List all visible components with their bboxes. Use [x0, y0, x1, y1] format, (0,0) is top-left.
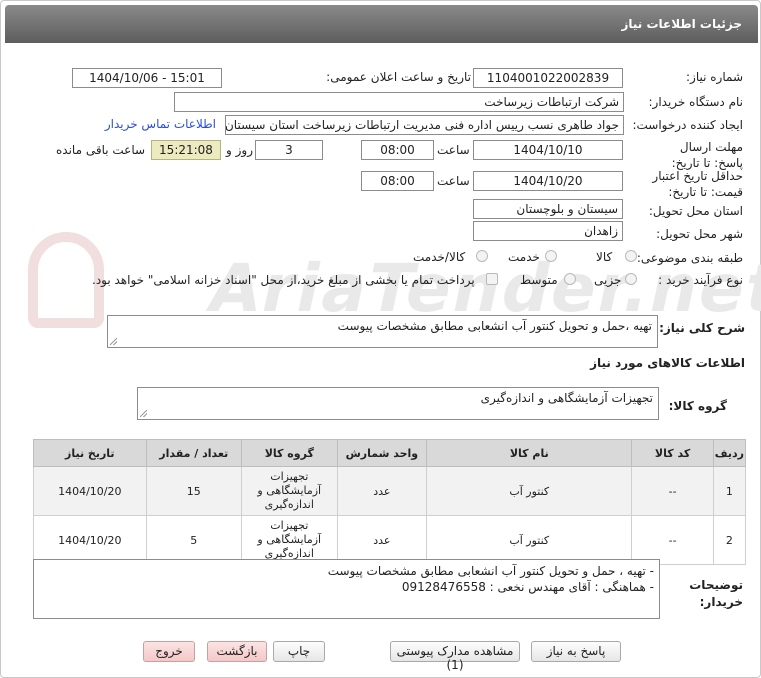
- remaining-time-field: 15:21:08: [151, 140, 221, 160]
- description-text: تهیه ،حمل و تحویل کنتور آب انشعابی مطابق…: [337, 319, 652, 333]
- items-table: ردیف کد کالا نام کالا واحد شمارش گروه کا…: [33, 439, 747, 565]
- panel-title: جزئیات اطلاعات نیاز: [5, 5, 758, 43]
- goods-group-label: گروه کالا:: [668, 399, 727, 413]
- back-button[interactable]: بازگشت: [207, 641, 267, 662]
- table-row: 2 -- کنتور آب عدد تجهیزات آزمایشگاهی و ا…: [33, 515, 747, 565]
- description-textarea[interactable]: تهیه ،حمل و تحویل کنتور آب انشعابی مطابق…: [107, 315, 658, 348]
- process-option-minor: جزیی: [594, 273, 622, 287]
- cell-item-name: کنتور آب: [426, 515, 633, 565]
- days-label: روز و: [226, 143, 253, 157]
- print-button[interactable]: چاپ: [273, 641, 325, 662]
- cell-need-date: 1404/10/20: [33, 466, 147, 516]
- buyer-notes-line-1: - تهیه ، حمل و تحویل کنتور آب انشعابی مط…: [327, 564, 654, 578]
- col-item-name: نام کالا: [426, 439, 633, 467]
- resize-grip-icon[interactable]: [140, 410, 147, 417]
- category-label: طبقه بندی موضوعی:: [636, 251, 743, 265]
- category-radio-goods[interactable]: [625, 250, 637, 262]
- process-radio-medium[interactable]: [564, 273, 576, 285]
- cell-row-number: 1: [712, 466, 747, 516]
- cell-need-date: 1404/10/20: [33, 515, 147, 565]
- buyer-org-label: نام دستگاه خریدار:: [648, 95, 744, 109]
- buyer-org-field: شرکت ارتباطات زیرساخت: [174, 92, 624, 112]
- remaining-time-label: ساعت باقی مانده: [56, 143, 146, 157]
- cell-item-code: --: [631, 515, 714, 565]
- goods-info-title: اطلاعات کالاهای مورد نیاز: [590, 356, 745, 370]
- cell-item-code: --: [631, 466, 714, 516]
- validity-label: حداقل تاریخ اعتبار قیمت: تا تاریخ:: [652, 169, 743, 199]
- col-goods-group: گروه کالا: [240, 439, 338, 467]
- cell-unit: عدد: [336, 466, 428, 516]
- buyer-notes-label: توضیحات خریدار:: [689, 578, 743, 609]
- requester-label: ایجاد کننده درخواست:: [632, 118, 743, 132]
- col-quantity: تعداد / مقدار: [145, 439, 242, 467]
- validity-time-field: 08:00: [361, 171, 434, 191]
- reply-time-label: ساعت: [437, 143, 470, 157]
- col-row-number: ردیف: [712, 439, 747, 467]
- col-item-code: کد کالا: [631, 439, 714, 467]
- treasury-payment-checkbox[interactable]: [486, 273, 498, 285]
- view-attachments-button[interactable]: مشاهده مدارک پیوستی (1): [390, 641, 520, 672]
- province-label: استان محل تحویل:: [648, 204, 743, 218]
- category-option-goods: کالا: [596, 250, 613, 264]
- cell-quantity: 5: [145, 515, 242, 565]
- province-field: سیستان و بلوچستان: [473, 199, 623, 219]
- category-radio-both[interactable]: [476, 250, 488, 262]
- announce-date-field: 1404/10/06 - 15:01: [72, 68, 222, 88]
- cell-item-name: کنتور آب: [426, 466, 633, 516]
- category-option-both: کالا/خدمت: [413, 250, 466, 264]
- cell-quantity: 15: [145, 466, 242, 516]
- buyer-contact-link[interactable]: اطلاعات تماس خریدار: [105, 117, 216, 131]
- requester-field: جواد طاهری نسب رییس اداره فنی مدیریت ارت…: [225, 115, 624, 135]
- cell-goods-group: تجهیزات آزمایشگاهی و اندازه‌گیری: [240, 466, 338, 516]
- announce-date-label: تاریخ و ساعت اعلان عمومی:: [326, 70, 471, 84]
- cell-unit: عدد: [336, 515, 428, 565]
- goods-group-textarea[interactable]: تجهیزات آزمایشگاهی و اندازه‌گیری: [137, 387, 659, 420]
- process-option-medium: متوسط: [520, 273, 558, 287]
- cell-row-number: 2: [712, 515, 747, 565]
- process-type-label: نوع فرآیند خرید :: [658, 273, 743, 287]
- need-number-label: شماره نیاز:: [686, 70, 743, 84]
- category-radio-service[interactable]: [545, 250, 557, 262]
- validity-time-label: ساعت: [437, 174, 470, 188]
- reply-time-field: 08:00: [361, 140, 434, 160]
- reply-deadline-label: مهلت ارسال پاسخ: تا تاریخ:: [671, 140, 743, 170]
- reply-date-field: 1404/10/10: [473, 140, 623, 160]
- need-number-field: 1104001022002839: [473, 68, 623, 88]
- description-label: شرح کلی نیاز:: [659, 321, 745, 335]
- city-label: شهر محل تحویل:: [656, 227, 743, 241]
- city-field: زاهدان: [473, 221, 623, 241]
- reply-button[interactable]: پاسخ به نیاز: [531, 641, 621, 662]
- buyer-notes-textarea[interactable]: - تهیه ، حمل و تحویل کنتور آب انشعابی مط…: [33, 559, 660, 619]
- category-option-service: خدمت: [508, 250, 540, 264]
- exit-button[interactable]: خروج: [143, 641, 195, 662]
- process-radio-minor[interactable]: [625, 273, 637, 285]
- col-need-date: تاریخ نیاز: [33, 439, 147, 467]
- days-remaining-field: 3: [255, 140, 323, 160]
- validity-date-field: 1404/10/20: [473, 171, 623, 191]
- goods-group-text: تجهیزات آزمایشگاهی و اندازه‌گیری: [480, 391, 653, 405]
- cell-goods-group: تجهیزات آزمایشگاهی و اندازه‌گیری: [240, 515, 338, 565]
- col-unit: واحد شمارش: [336, 439, 428, 467]
- buyer-notes-line-2: - هماهنگی : آقای مهندس نخعی : 0912847655…: [401, 580, 654, 594]
- table-row: 1 -- کنتور آب عدد تجهیزات آزمایشگاهی و ا…: [33, 466, 747, 516]
- table-header-row: ردیف کد کالا نام کالا واحد شمارش گروه کا…: [33, 439, 747, 467]
- treasury-payment-note: پرداخت تمام یا بخشی از مبلغ خرید،از محل …: [92, 273, 475, 287]
- resize-grip-icon[interactable]: [110, 338, 117, 345]
